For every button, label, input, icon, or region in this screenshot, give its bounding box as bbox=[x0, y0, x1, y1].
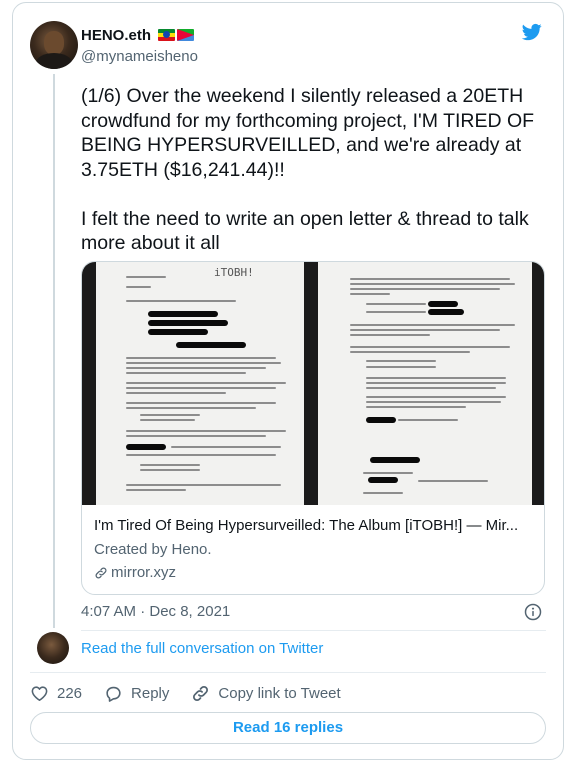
like-button[interactable]: 226 bbox=[30, 684, 82, 703]
heart-icon bbox=[31, 685, 48, 701]
link-preview-card[interactable]: iTOBH! I'm Tired Of Being Hypersurveille… bbox=[81, 261, 545, 595]
copy-link-button[interactable]: Copy link to Tweet bbox=[191, 684, 341, 703]
link-domain-text: mirror.xyz bbox=[111, 564, 176, 581]
document-page-left: iTOBH! bbox=[96, 262, 304, 505]
author-handle[interactable]: @mynameisheno bbox=[81, 48, 198, 65]
tweet-actions: 226 Reply Copy link to Tweet bbox=[30, 682, 363, 704]
thread-line bbox=[53, 74, 55, 628]
tweet-text: (1/6) Over the weekend I silently releas… bbox=[81, 85, 535, 254]
tweet-timestamp[interactable]: 4:07 AM · Dec 8, 2021 bbox=[81, 603, 230, 620]
read-full-conversation-link[interactable]: Read the full conversation on Twitter bbox=[81, 640, 323, 657]
author-avatar[interactable] bbox=[30, 21, 78, 69]
divider bbox=[30, 672, 546, 673]
author-flags bbox=[158, 29, 194, 41]
link-icon bbox=[95, 567, 107, 578]
document-page-right bbox=[318, 262, 532, 505]
like-count: 226 bbox=[57, 684, 83, 702]
link-preview-description: Created by Heno. bbox=[94, 541, 212, 558]
ethiopia-flag-icon bbox=[158, 29, 175, 41]
reply-bubble-icon bbox=[106, 686, 121, 702]
link-preview-image: iTOBH! bbox=[82, 262, 544, 505]
reply-label: Reply bbox=[131, 684, 170, 702]
author-avatar-small[interactable] bbox=[37, 632, 69, 664]
copy-link-label: Copy link to Tweet bbox=[218, 684, 341, 702]
eritrea-flag-icon bbox=[177, 29, 194, 41]
read-replies-button[interactable]: Read 16 replies bbox=[30, 712, 546, 744]
author-display-name[interactable]: HENO.eth bbox=[81, 27, 151, 44]
link-preview-domain[interactable]: mirror.xyz bbox=[94, 564, 176, 581]
divider bbox=[81, 630, 546, 631]
reply-button[interactable]: Reply bbox=[104, 684, 169, 703]
twitter-bird-icon[interactable] bbox=[520, 22, 544, 42]
document-stamp: iTOBH! bbox=[214, 266, 254, 279]
info-icon[interactable] bbox=[524, 603, 542, 621]
link-preview-title[interactable]: I'm Tired Of Being Hypersurveilled: The … bbox=[94, 517, 534, 534]
link-icon bbox=[193, 685, 209, 701]
